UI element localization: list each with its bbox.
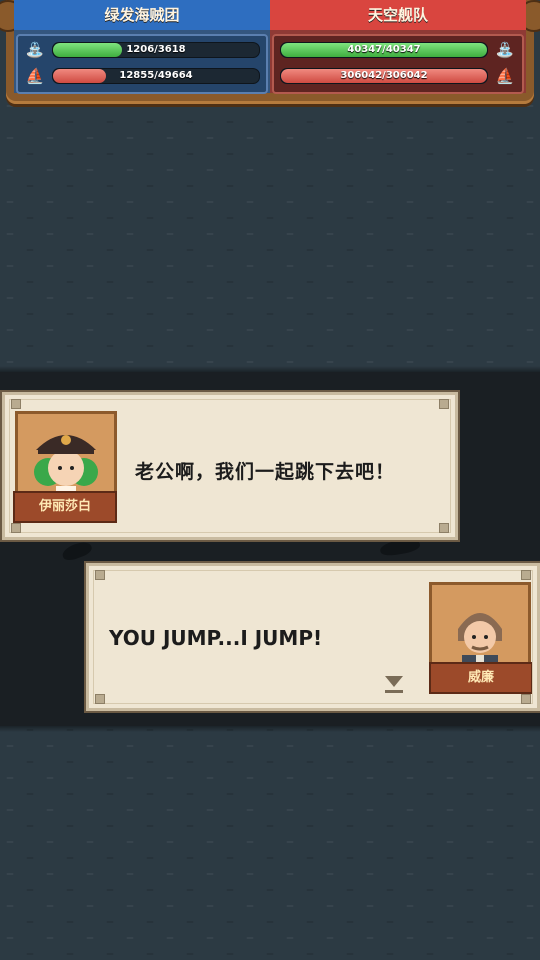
ship-icon: ⛵ xyxy=(25,67,45,85)
speaker-name-tag: 威廉 xyxy=(429,662,533,694)
rivet xyxy=(95,570,105,580)
rivet xyxy=(521,694,531,704)
left-hp-bar: 1206/3618 xyxy=(52,42,260,58)
dialog-box-top[interactable]: 伊丽莎白 老公啊，我们一起跳下去吧！ xyxy=(2,392,458,540)
right-hp-bar: 40347/40347 xyxy=(280,42,488,58)
left-team-panel: 绿发海贼团 ⛲ 1206/3618 ⛵ 12855/49664 xyxy=(14,0,270,94)
cinematic-band-shadow xyxy=(0,726,540,732)
right-team-stats: 40347/40347 ⛲ 306042/306042 ⛵ xyxy=(272,34,524,94)
left-power-bar: 12855/49664 xyxy=(52,68,260,84)
left-team-stats: ⛲ 1206/3618 ⛵ 12855/49664 xyxy=(16,34,268,94)
right-team-panel: 天空舰队 40347/40347 ⛲ 306042/306042 ⛵ xyxy=(270,0,526,94)
rivet xyxy=(521,570,531,580)
right-power-text: 306042/306042 xyxy=(340,70,428,81)
pirate-girl-portrait-icon xyxy=(18,414,114,514)
right-power-bar: 306042/306042 xyxy=(280,68,488,84)
speaker-name-tag: 伊丽莎白 xyxy=(13,491,117,523)
right-team-name: 天空舰队 xyxy=(270,0,526,30)
battle-hud: 绿发海贼团 ⛲ 1206/3618 ⛵ 12855/49664 天空舰队 403… xyxy=(0,0,540,112)
left-team-name: 绿发海贼团 xyxy=(14,0,270,30)
dialog-text: 老公啊，我们一起跳下去吧！ xyxy=(135,461,396,483)
rivet xyxy=(11,399,21,409)
avatar xyxy=(429,582,531,688)
ship-icon: ⛵ xyxy=(495,67,515,85)
dialog-box-bottom[interactable]: YOU JUMP...I JUMP! 威廉 xyxy=(86,563,540,711)
right-hp-text: 40347/40347 xyxy=(347,44,421,55)
rivet xyxy=(439,523,449,533)
rivet xyxy=(439,399,449,409)
avatar xyxy=(15,411,117,517)
rivet xyxy=(95,694,105,704)
water-drop-icon: ⛲ xyxy=(495,41,515,59)
left-hp-text: 1206/3618 xyxy=(126,44,186,55)
dialog-text: YOU JUMP...I JUMP! xyxy=(109,626,323,650)
water-drop-icon: ⛲ xyxy=(25,41,45,59)
rivet xyxy=(11,523,21,533)
left-power-text: 12855/49664 xyxy=(119,70,193,81)
pirate-man-portrait-icon xyxy=(432,585,528,685)
next-indicator-bar xyxy=(385,690,403,693)
triangle-down-icon[interactable] xyxy=(385,676,403,687)
